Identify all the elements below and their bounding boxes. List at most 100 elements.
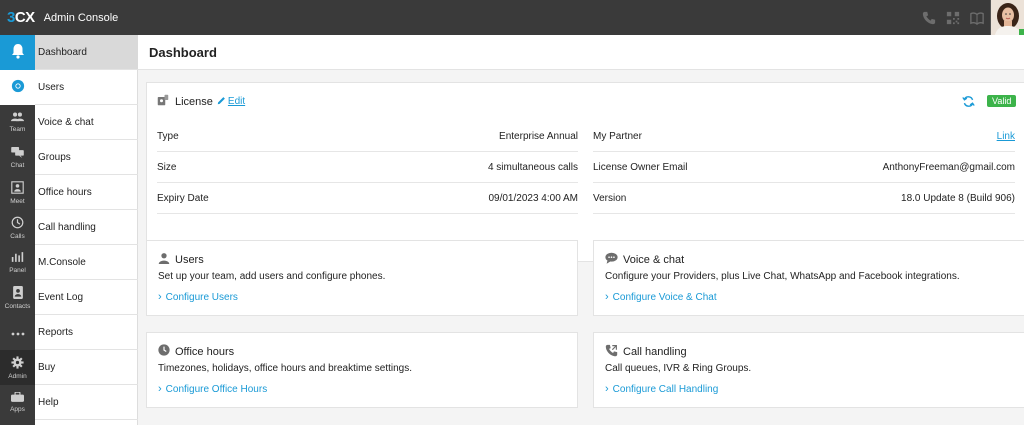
rail-more[interactable]: [0, 315, 35, 350]
rail-notifications[interactable]: [0, 35, 35, 70]
configure-call-handling-link[interactable]: › Configure Call Handling: [605, 383, 718, 395]
rail-label-admin: Admin: [8, 372, 27, 380]
license-status-badge: Valid: [987, 95, 1017, 107]
submenu-mconsole[interactable]: M.Console: [35, 245, 138, 280]
more-icon: [11, 327, 25, 339]
partner-link[interactable]: Link: [997, 131, 1015, 142]
page-header: Dashboard: [138, 35, 1024, 70]
rail-label-apps: Apps: [10, 406, 25, 413]
tile-description: Set up your team, add users and configur…: [158, 271, 386, 282]
submenu-reports[interactable]: Reports: [35, 315, 138, 350]
team-icon: [11, 112, 24, 125]
license-row-type: Type Enterprise Annual: [157, 121, 578, 152]
chevron-right-icon: ›: [158, 383, 162, 395]
rail-apps[interactable]: Apps: [0, 385, 35, 420]
submenu-help[interactable]: Help: [35, 385, 138, 420]
office-hours-tile: Office hours Timezones, holidays, office…: [146, 332, 578, 408]
tile-link-label: Configure Voice & Chat: [612, 291, 717, 303]
license-row-value: 09/01/2023 4:00 AM: [488, 192, 578, 204]
apps-icon: [11, 391, 24, 405]
qr-code-icon[interactable]: [946, 11, 960, 25]
submenu-office-hours[interactable]: Office hours: [35, 175, 138, 210]
app-title: Admin Console: [43, 11, 119, 24]
call-handling-tile: Call handling Call queues, IVR & Ring Gr…: [593, 332, 1024, 408]
tile-description: Configure your Providers, plus Live Chat…: [605, 271, 960, 282]
license-row-label: Expiry Date: [157, 192, 209, 204]
book-icon[interactable]: [970, 11, 984, 25]
tile-title: Voice & chat: [623, 253, 685, 266]
tile-title: Call handling: [623, 346, 687, 358]
tile-description: Call queues, IVR & Ring Groups.: [605, 363, 752, 374]
license-row-value: 18.0 Update 8 (Build 906): [901, 192, 1015, 204]
chat-icon: [11, 146, 24, 161]
chevron-right-icon: ›: [605, 291, 609, 303]
phone-icon[interactable]: [922, 11, 936, 25]
panel-icon: [11, 251, 24, 266]
top-bar: 3CX Admin Console: [0, 0, 1024, 35]
submenu-voice-chat[interactable]: Voice & chat: [35, 105, 138, 140]
tile-title: Office hours: [175, 345, 235, 358]
tile-link-label: Configure Call Handling: [612, 383, 719, 395]
configure-voice-chat-link[interactable]: › Configure Voice & Chat: [605, 291, 717, 303]
admin-submenu: Dashboard Users Voice & chat Groups Offi…: [35, 35, 138, 425]
rail-chrome[interactable]: [0, 70, 35, 105]
rail-label-meet: Meet: [10, 197, 25, 205]
license-row-size: Size 4 simultaneous calls: [157, 152, 578, 183]
chat-bubble-icon: [605, 252, 618, 267]
meet-icon: [11, 180, 24, 197]
rail-calls[interactable]: Calls: [0, 210, 35, 245]
submenu-event-log[interactable]: Event Log: [35, 280, 138, 315]
rail-label-calls: Calls: [10, 232, 25, 240]
license-icon: [157, 94, 169, 109]
license-card: License Edit Valid Type Enterprise Annua…: [146, 82, 1024, 262]
submenu-buy[interactable]: Buy: [35, 350, 138, 385]
submenu-groups[interactable]: Groups: [35, 140, 138, 175]
main-content: Dashboard License Edit Valid Type Enterp…: [138, 35, 1024, 425]
rail-meet[interactable]: Meet: [0, 175, 35, 210]
submenu-call-handling[interactable]: Call handling: [35, 210, 138, 245]
license-edit-link[interactable]: Edit: [217, 96, 245, 108]
rail-admin[interactable]: Admin: [0, 350, 35, 385]
license-row-value: Enterprise Annual: [499, 130, 578, 142]
rail-contacts[interactable]: Contacts: [0, 280, 35, 315]
tile-link-label: Configure Users: [165, 291, 238, 303]
license-row-label: Type: [157, 130, 179, 142]
configure-office-hours-link[interactable]: › Configure Office Hours: [158, 383, 267, 395]
rail-label-chat: Chat: [10, 161, 25, 169]
refresh-icon[interactable]: [962, 95, 975, 108]
chrome-icon: [11, 79, 25, 96]
bell-icon: [10, 43, 26, 62]
submenu-dashboard[interactable]: Dashboard: [35, 35, 138, 70]
rail-label-contacts: Contacts: [4, 302, 31, 310]
rail-chat[interactable]: Chat: [0, 140, 35, 175]
configure-users-link[interactable]: › Configure Users: [158, 291, 238, 303]
rail-team[interactable]: Team: [0, 105, 35, 140]
license-row-label: My Partner: [593, 130, 642, 142]
license-title: License: [175, 95, 213, 108]
users-tile: Users Set up your team, add users and co…: [146, 240, 578, 316]
license-row-value: AnthonyFreeman@gmail.com: [882, 161, 1015, 173]
clock-icon: [158, 344, 170, 359]
pencil-icon: [217, 96, 226, 108]
call-handling-icon: [605, 344, 618, 360]
license-row-owner-email: License Owner Email AnthonyFreeman@gmail…: [593, 152, 1015, 183]
rail-label-panel: Panel: [9, 267, 26, 274]
license-edit-label: Edit: [227, 96, 246, 107]
license-row-label: License Owner Email: [593, 161, 688, 173]
gear-icon: [11, 355, 24, 372]
license-row-version: Version 18.0 Update 8 (Build 906): [593, 183, 1015, 214]
user-icon: [158, 252, 170, 267]
avatar[interactable]: [990, 0, 1024, 35]
license-row-partner: My Partner Link: [593, 121, 1015, 152]
contacts-icon: [12, 285, 24, 302]
submenu-users[interactable]: Users: [35, 70, 138, 105]
icon-rail: Team Chat Meet Calls Panel Contacts Admi…: [0, 35, 35, 425]
license-row-expiry: Expiry Date 09/01/2023 4:00 AM: [157, 183, 578, 214]
voice-chat-tile: Voice & chat Configure your Providers, p…: [593, 240, 1024, 316]
tile-title: Users: [175, 253, 204, 266]
rail-panel[interactable]: Panel: [0, 245, 35, 280]
calls-icon: [11, 216, 24, 232]
logo[interactable]: 3CX: [7, 9, 35, 26]
tile-description: Timezones, holidays, office hours and br…: [158, 363, 413, 374]
page-title: Dashboard: [149, 45, 217, 60]
